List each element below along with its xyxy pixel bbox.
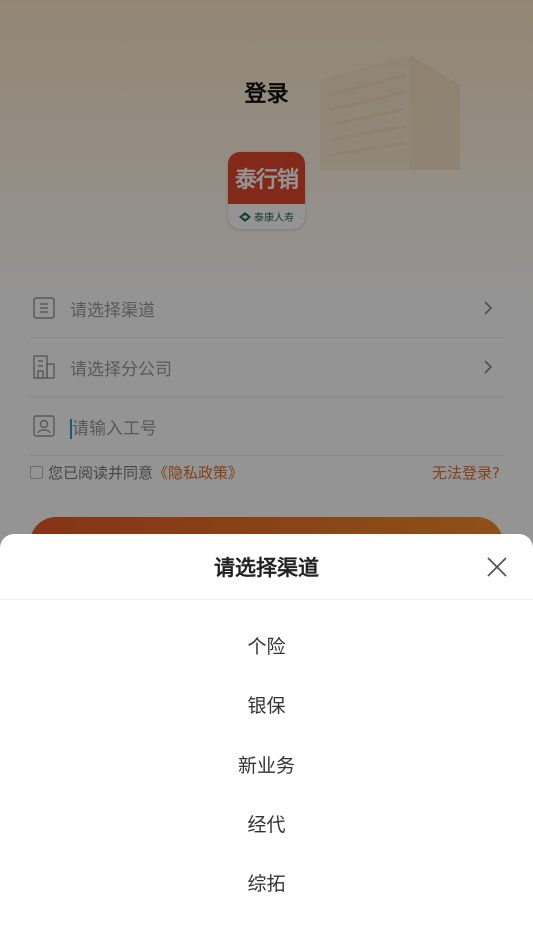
channel-option-comprehensive[interactable]: 综拓 — [0, 853, 533, 912]
channel-picker-sheet: 请选择渠道 个险 银保 新业务 经代 综拓 — [0, 534, 533, 948]
channel-option-bancassurance[interactable]: 银保 — [0, 675, 533, 734]
channel-option-brokerage[interactable]: 经代 — [0, 794, 533, 853]
close-icon[interactable] — [485, 555, 509, 579]
channel-option-new-business[interactable]: 新业务 — [0, 735, 533, 794]
sheet-header: 请选择渠道 — [0, 534, 533, 600]
sheet-title: 请选择渠道 — [214, 555, 319, 580]
channel-option-individual[interactable]: 个险 — [0, 616, 533, 675]
channel-options: 个险 银保 新业务 经代 综拓 — [0, 600, 533, 912]
